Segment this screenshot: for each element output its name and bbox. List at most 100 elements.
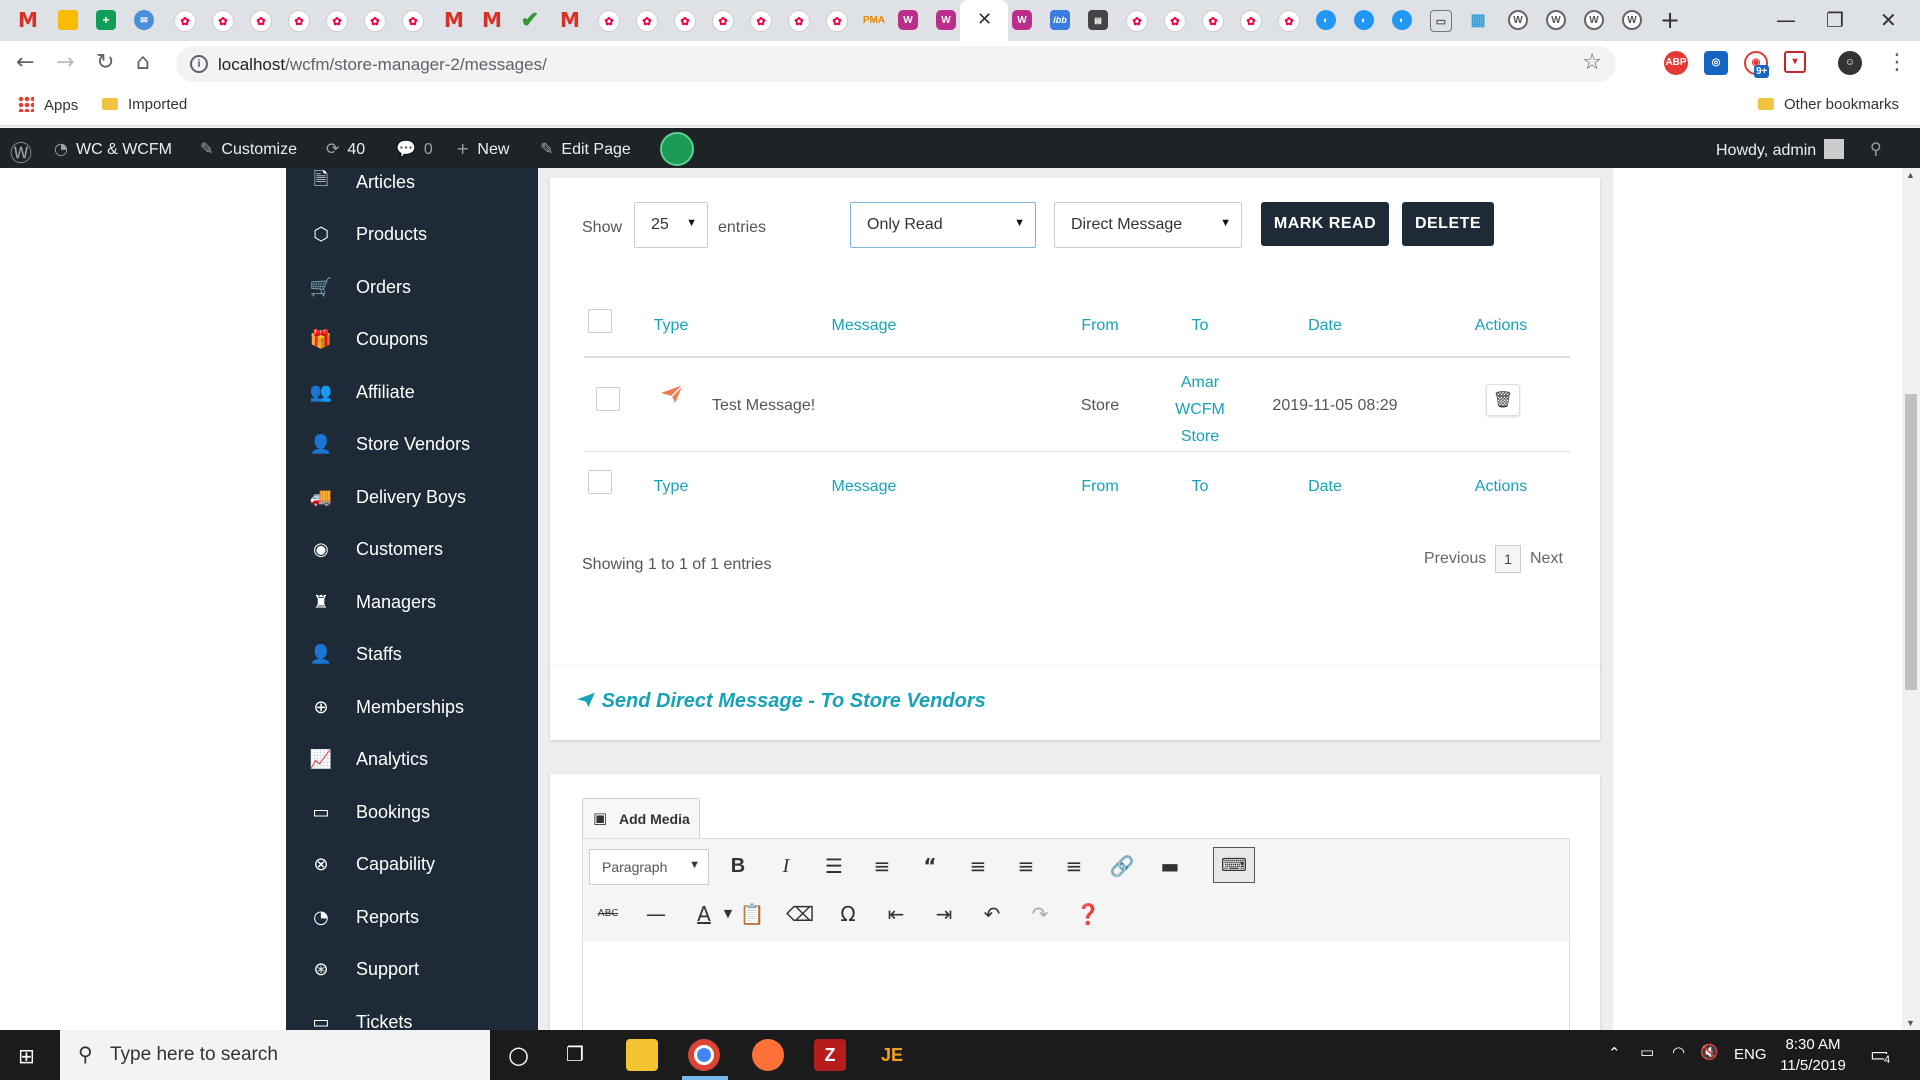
wc-tab-icon[interactable]: ✿ [1164, 10, 1186, 32]
grid-tab-icon[interactable]: ▦ [1468, 10, 1488, 30]
minimize-icon[interactable]: — [1776, 8, 1796, 32]
horizontal-line-icon[interactable]: — [641, 899, 671, 929]
scroll-up-icon[interactable]: ▲ [1906, 170, 1915, 180]
forward-icon[interactable]: → [56, 50, 74, 75]
wifi-icon[interactable]: ◠ [1672, 1043, 1685, 1061]
scroll-down-icon[interactable]: ▼ [1906, 1018, 1915, 1028]
wc-tab-icon[interactable]: ✿ [636, 10, 658, 32]
wc-tab-icon[interactable]: ✿ [826, 10, 848, 32]
bookmark-imported[interactable]: Imported [102, 96, 187, 113]
sidebar-item-managers[interactable]: ♜ Managers [308, 582, 538, 622]
sidebar-item-analytics[interactable]: 📈 Analytics [308, 740, 538, 780]
toolbar-toggle-button[interactable]: ⌨ [1213, 847, 1255, 883]
drive-tab-icon[interactable] [58, 10, 78, 30]
bookmark-star-icon[interactable]: ☆ [1582, 50, 1602, 75]
undo-icon[interactable]: ↶ [977, 899, 1007, 929]
wc-tab-icon[interactable]: ✿ [1240, 10, 1262, 32]
wc-tab-icon[interactable]: ✿ [1278, 10, 1300, 32]
wc-tab-icon[interactable]: ✿ [1202, 10, 1224, 32]
menu-dots-icon[interactable]: ⋮ [1886, 50, 1908, 75]
wc-tab-icon[interactable]: ✿ [174, 10, 196, 32]
cortana-icon[interactable]: ○ [508, 1041, 529, 1069]
next-button[interactable]: Next [1530, 550, 1563, 568]
bold-icon[interactable]: B [723, 851, 753, 881]
read-more-icon[interactable]: ▬ [1155, 851, 1185, 881]
column-actions-footer[interactable]: Actions [1456, 478, 1546, 496]
comments-link[interactable]: 💬 0 [396, 139, 433, 159]
column-type[interactable]: Type [648, 317, 694, 335]
globe-tab-icon[interactable]: ◐ [1316, 10, 1336, 30]
select-all-checkbox-footer[interactable] [588, 470, 612, 494]
column-message-footer[interactable]: Message [804, 478, 924, 496]
customize-link[interactable]: ✎ Customize [200, 139, 297, 159]
restore-icon[interactable]: ❐ [1826, 8, 1844, 32]
ibb-tab-icon[interactable]: ibb [1050, 10, 1070, 30]
sidebar-item-store-vendors[interactable]: 👤 Store Vendors [308, 425, 538, 465]
windows-start-icon[interactable]: ⊞ [18, 1044, 35, 1068]
paste-text-icon[interactable]: 📋 [737, 899, 767, 929]
send-message-title[interactable]: Send Direct Message - To Store Vendors [576, 690, 986, 713]
battery-icon[interactable]: ▭ [1640, 1043, 1654, 1061]
language-indicator[interactable]: ENG [1734, 1046, 1767, 1063]
column-to-footer[interactable]: To [1178, 478, 1222, 496]
updates-link[interactable]: ⟳ 40 [326, 139, 365, 159]
clear-format-icon[interactable]: ⌫ [785, 899, 815, 929]
add-media-button[interactable]: ▣ Add Media [582, 798, 700, 840]
filezilla-icon[interactable]: Z [814, 1039, 846, 1071]
scroll-thumb[interactable] [1905, 394, 1917, 690]
wc-tab-icon[interactable]: ✿ [364, 10, 386, 32]
strikethrough-icon[interactable]: ABC [593, 899, 623, 929]
sidebar-item-capability[interactable]: ⊗ Capability [308, 845, 538, 885]
sidebar-item-customers[interactable]: ◉ Customers [308, 530, 538, 570]
close-tab-icon[interactable]: ✕ [977, 9, 992, 30]
gmail-tab-icon[interactable]: M [444, 8, 464, 32]
column-from-footer[interactable]: From [1070, 478, 1130, 496]
align-left-icon[interactable]: ≡ [963, 851, 993, 881]
column-type-footer[interactable]: Type [648, 478, 694, 496]
bookmark-other[interactable]: Other bookmarks [1758, 96, 1899, 113]
message-text[interactable]: Test Message! [712, 397, 815, 415]
url-text[interactable]: localhost/wcfm/store-manager-2/messages/ [218, 55, 547, 75]
help-icon[interactable]: ❓ [1073, 899, 1103, 929]
edit-page-link[interactable]: ✎ Edit Page [540, 139, 631, 159]
window-close-icon[interactable]: ✕ [1880, 8, 1897, 32]
wc-tab-icon[interactable]: ✿ [674, 10, 696, 32]
sidebar-item-articles[interactable]: 🗎 Articles [308, 168, 538, 202]
profile-avatar[interactable]: ☺ [1838, 51, 1862, 75]
to-link[interactable]: Amar WCFM Store [1150, 369, 1250, 450]
wc-tab-icon[interactable]: ✿ [750, 10, 772, 32]
reload-icon[interactable]: ↻ [96, 50, 114, 75]
wordpress-tab-icon[interactable]: W [1584, 10, 1604, 30]
bullet-list-icon[interactable]: ☰ [819, 851, 849, 881]
ext-icon[interactable]: ◉ 9+ [1744, 51, 1770, 78]
column-message[interactable]: Message [804, 317, 924, 335]
tray-chevron-icon[interactable]: ⌃ [1608, 1044, 1621, 1062]
page-scrollbar[interactable]: ▲ ▼ [1902, 168, 1920, 1030]
gmail-tab-icon[interactable]: M [18, 8, 38, 32]
clock[interactable]: 8:30 AM 11/5/2019 [1778, 1034, 1848, 1076]
wc-tab-icon[interactable]: ✿ [288, 10, 310, 32]
check-tab-icon[interactable]: ✔ [520, 7, 540, 32]
new-tab-icon[interactable]: + [1660, 6, 1680, 34]
italic-icon[interactable]: I [771, 851, 801, 881]
wc-tab-icon[interactable]: ✿ [250, 10, 272, 32]
wc-tab-icon[interactable]: ✿ [326, 10, 348, 32]
blockquote-icon[interactable]: “ [915, 851, 945, 881]
pma-tab-icon[interactable]: PMA [863, 10, 885, 30]
woo-tab-icon[interactable]: W [936, 10, 956, 30]
adblock-icon[interactable]: ABP [1664, 51, 1688, 75]
wc-tab-icon[interactable]: ✿ [1126, 10, 1148, 32]
previous-button[interactable]: Previous [1424, 550, 1486, 568]
film-tab-icon[interactable]: ▤ [1088, 10, 1108, 30]
info-icon[interactable]: i [190, 55, 208, 73]
sidebar-item-coupons[interactable]: 🎁 Coupons [308, 320, 538, 360]
delete-button[interactable]: DELETE [1402, 202, 1494, 246]
message-editor-area[interactable] [582, 942, 1570, 1030]
column-date[interactable]: Date [1290, 317, 1360, 335]
wordpress-tab-icon[interactable]: W [1622, 10, 1642, 30]
row-checkbox[interactable] [596, 387, 620, 411]
sidebar-item-memberships[interactable]: ⊕ Memberships [308, 687, 538, 727]
gmail-tab-icon[interactable]: M [560, 8, 580, 32]
bookmark-apps[interactable]: Apps [18, 96, 78, 114]
task-view-icon[interactable]: ❐ [566, 1042, 584, 1066]
